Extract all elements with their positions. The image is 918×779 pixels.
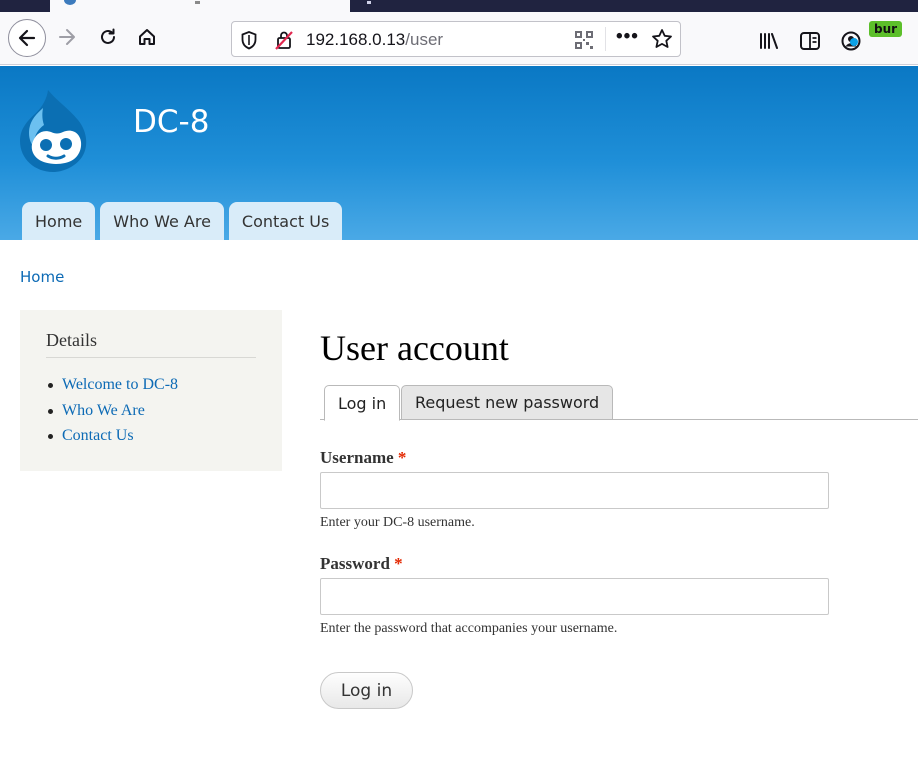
- browser-toolbar: 192.168.0.13/user ••• bur: [0, 12, 918, 65]
- reload-icon: [101, 28, 115, 44]
- username-description: Enter your DC-8 username.: [320, 515, 475, 530]
- browser-tab-active[interactable]: [50, 0, 350, 12]
- primary-nav: Home Who We Are Contact Us: [22, 202, 343, 240]
- required-marker: *: [397, 448, 407, 467]
- password-input[interactable]: [320, 578, 829, 615]
- tracking-shield-icon[interactable]: [240, 30, 258, 50]
- address-bar[interactable]: 192.168.0.13/user •••: [231, 21, 681, 57]
- page-title: User account: [320, 328, 509, 368]
- insecure-lock-icon[interactable]: [274, 29, 294, 51]
- site-header: DC-8 Home Who We Are Contact Us: [0, 66, 918, 240]
- browser-tab-next[interactable]: [367, 1, 371, 4]
- urlbar-separator: [605, 27, 606, 51]
- tab-request-new-password[interactable]: Request new password: [401, 385, 614, 420]
- site-name[interactable]: DC-8: [133, 104, 209, 140]
- reload-button[interactable]: [91, 20, 125, 54]
- home-icon: [139, 29, 155, 45]
- nav-tab-home[interactable]: Home: [22, 202, 96, 240]
- log-in-button[interactable]: Log in: [320, 672, 413, 709]
- url-path: /user: [405, 30, 444, 49]
- url-text[interactable]: 192.168.0.13/user: [306, 30, 443, 50]
- drupal-logo-icon[interactable]: [18, 88, 92, 172]
- back-arrow-icon: [18, 29, 36, 47]
- password-label: Password *: [320, 554, 403, 574]
- extension-badge: bur: [869, 21, 903, 37]
- tab-log-in[interactable]: Log in: [324, 385, 401, 421]
- forward-arrow-icon: [59, 29, 75, 45]
- library-button[interactable]: [752, 24, 786, 58]
- library-icon: [760, 33, 778, 49]
- sidebar-details-block: Details Welcome to DC-8 Who We Are Conta…: [20, 310, 282, 471]
- username-input[interactable]: [320, 472, 829, 509]
- browser-tab-strip: [0, 0, 918, 12]
- notification-dot-icon: [850, 38, 858, 46]
- password-description: Enter the password that accompanies your…: [320, 621, 618, 636]
- url-host: 192.168.0.13: [306, 30, 406, 49]
- nav-tab-who-we-are[interactable]: Who We Are: [100, 202, 224, 240]
- sidebar-item-welcome[interactable]: Welcome to DC-8: [46, 376, 178, 402]
- tab-title-fragment: [195, 1, 200, 4]
- password-label-text: Password: [320, 554, 390, 573]
- forward-button[interactable]: [50, 20, 84, 54]
- nav-tab-contact-us[interactable]: Contact Us: [228, 202, 343, 240]
- sidebar-icon: [800, 32, 820, 50]
- home-button[interactable]: [130, 20, 164, 54]
- extension-button[interactable]: bur: [866, 21, 903, 55]
- page-actions-more-icon[interactable]: •••: [616, 26, 639, 48]
- back-button[interactable]: [8, 19, 46, 57]
- sidebar-item-who-we-are[interactable]: Who We Are: [46, 402, 178, 428]
- sidebar-item-contact-us[interactable]: Contact Us: [46, 427, 178, 453]
- username-label-text: Username: [320, 448, 394, 467]
- sidebar-menu: Welcome to DC-8 Who We Are Contact Us: [46, 376, 178, 453]
- sidebar-title: Details: [46, 330, 256, 358]
- qr-code-icon[interactable]: [574, 30, 594, 50]
- bookmark-star-icon[interactable]: [651, 28, 673, 50]
- required-marker: *: [394, 554, 403, 573]
- sidebar-toggle-button[interactable]: [793, 24, 827, 58]
- breadcrumb-home-link[interactable]: Home: [20, 268, 64, 286]
- username-label: Username *: [320, 448, 406, 468]
